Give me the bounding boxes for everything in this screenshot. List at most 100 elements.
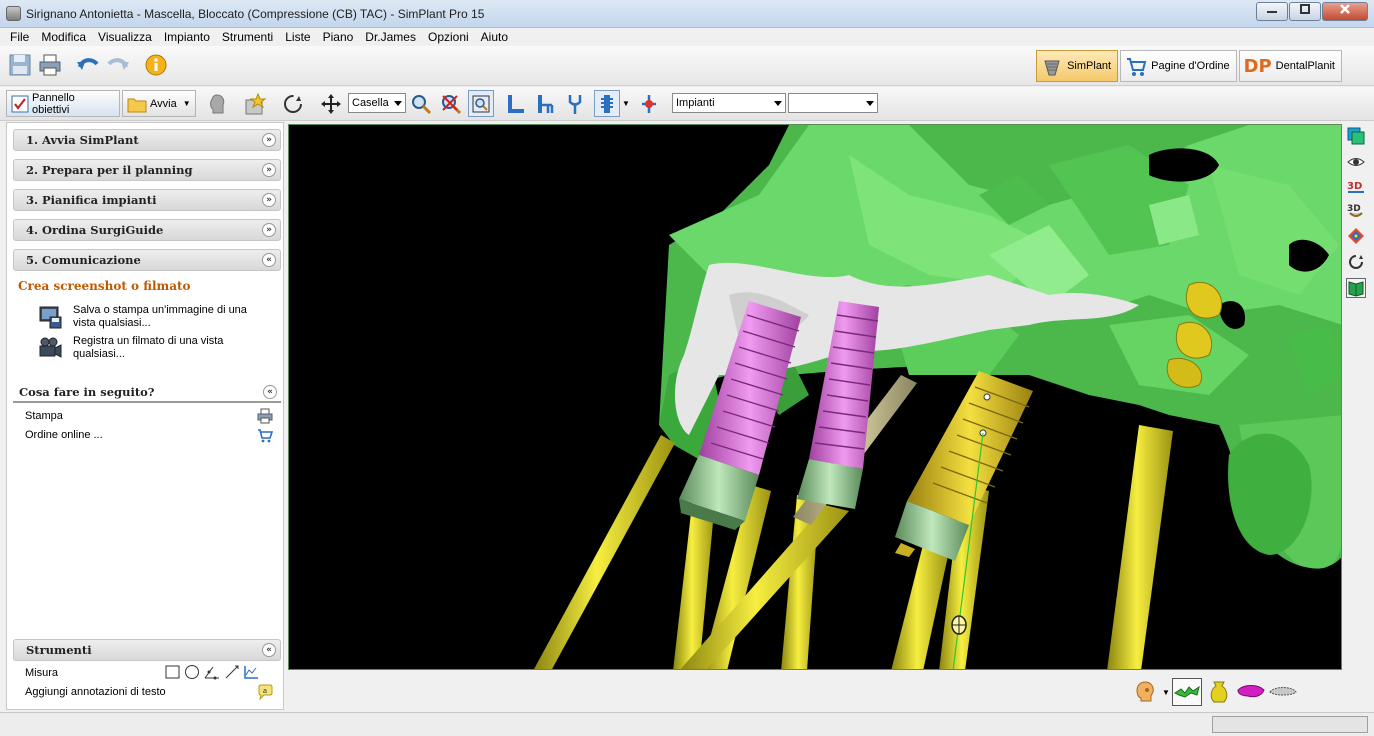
start-button[interactable]: Avvia ▼	[122, 90, 196, 117]
next-steps-header[interactable]: Cosa fare in seguito? «	[13, 381, 281, 403]
text-annotation-label: Aggiungi annotazioni di testo	[25, 686, 166, 698]
implants-dropdown[interactable]: Impianti	[672, 93, 786, 113]
menu-liste[interactable]: Liste	[279, 30, 316, 44]
save-image-action[interactable]: Salva o stampa un'immagine di una vista …	[37, 304, 253, 330]
distance-tool-icon[interactable]	[224, 664, 240, 680]
view-visibility-button[interactable]	[1346, 152, 1366, 172]
3d-viewport[interactable]	[288, 124, 1342, 670]
view-layers-button[interactable]	[1346, 126, 1366, 146]
view-rotate-button[interactable]	[1346, 252, 1366, 272]
head-profile-button[interactable]	[204, 90, 230, 117]
svg-text:3D: 3D	[1347, 181, 1362, 192]
circle-tool-icon[interactable]	[184, 664, 200, 680]
rotate-icon	[284, 94, 302, 113]
app-window: Sirignano Antonietta - Mascella, Bloccat…	[0, 0, 1374, 736]
menu-file[interactable]: File	[4, 30, 35, 44]
rectangle-tool-icon[interactable]	[165, 664, 181, 680]
implant-structure-button[interactable]	[1204, 678, 1234, 706]
bone-structure-button[interactable]	[1172, 678, 1202, 706]
teeth-structure-button[interactable]	[1268, 678, 1298, 706]
chevron-down-icon	[866, 101, 874, 106]
redo-button[interactable]	[104, 51, 132, 79]
menu-opzioni[interactable]: Opzioni	[422, 30, 475, 44]
skull-button[interactable]	[1130, 678, 1160, 706]
menu-dr-james[interactable]: Dr.James	[359, 30, 422, 44]
chevron-down-icon: ▼	[1162, 687, 1170, 697]
tab-order-pages[interactable]: Pagine d'Ordine	[1120, 50, 1237, 82]
tools-header[interactable]: Strumenti «	[13, 639, 281, 661]
section-pianifica-impianti[interactable]: 3. Pianifica impianti »	[13, 189, 281, 211]
tab-dentalplanit[interactable]: DP DentalPlanit	[1238, 50, 1342, 82]
collapse-icon[interactable]: «	[262, 253, 276, 267]
app-icon[interactable]	[6, 6, 21, 21]
skull-dropdown[interactable]: ▼	[1162, 688, 1172, 697]
book-icon	[1348, 281, 1364, 297]
menu-piano[interactable]: Piano	[317, 30, 360, 44]
3d-scene[interactable]	[289, 125, 1342, 670]
info-icon	[145, 54, 167, 76]
angle-tool-icon[interactable]	[203, 664, 221, 680]
section-prepara-planning[interactable]: 2. Prepara per il planning »	[13, 159, 281, 181]
print-button[interactable]	[36, 51, 64, 79]
undo-button[interactable]	[74, 51, 102, 79]
fork-tool-button[interactable]	[562, 90, 588, 117]
save-button[interactable]	[6, 51, 34, 79]
zoom-button[interactable]	[408, 90, 434, 117]
profile-tool-icon[interactable]	[243, 664, 259, 680]
print-icon	[39, 54, 61, 76]
collapse-icon[interactable]: «	[263, 385, 277, 399]
section-ordina-surgiguide[interactable]: 4. Ordina SurgiGuide »	[13, 219, 281, 241]
fork-icon	[568, 94, 582, 114]
zoom-fit-button[interactable]	[468, 90, 494, 117]
menu-strumenti[interactable]: Strumenti	[216, 30, 279, 44]
implant-select-button[interactable]	[594, 90, 620, 117]
expand-icon[interactable]: »	[262, 223, 276, 237]
online-order-item[interactable]: Ordine online ...	[25, 429, 275, 443]
zoom-fit-icon	[472, 95, 490, 112]
restore-button[interactable]	[1289, 2, 1321, 21]
pointer-cursor	[951, 615, 967, 635]
nerve-tool-button[interactable]	[636, 90, 662, 117]
new-scene-button[interactable]	[242, 90, 268, 117]
pan-button[interactable]	[318, 90, 344, 117]
view-3d-alt-button[interactable]: 3D	[1346, 200, 1366, 220]
chevron-down-icon: ▼	[622, 99, 630, 108]
view-3d-button[interactable]: 3D	[1346, 176, 1366, 196]
minimize-button[interactable]	[1256, 2, 1288, 21]
save-image-text[interactable]: Salva o stampa un'immagine di una vista …	[73, 304, 253, 330]
measure-tools	[165, 664, 259, 680]
3d-view-icon: 3D	[1347, 181, 1364, 193]
record-movie-text[interactable]: Registra un filmato di una vista qualsia…	[73, 335, 253, 361]
goals-panel-button[interactable]: Pannello obiettivi	[6, 90, 120, 117]
print-item[interactable]: Stampa	[25, 408, 275, 424]
view-color-button[interactable]	[1346, 226, 1366, 246]
record-movie-action[interactable]: Registra un filmato di una vista qualsia…	[37, 335, 253, 361]
box-select-dropdown[interactable]: Casella	[348, 93, 406, 113]
implant-tool-2-button[interactable]	[532, 90, 558, 117]
implant-dropdown-arrow[interactable]: ▼	[620, 90, 632, 117]
expand-icon[interactable]: »	[262, 193, 276, 207]
expand-icon[interactable]: »	[262, 133, 276, 147]
close-button[interactable]	[1322, 2, 1368, 21]
expand-icon[interactable]: »	[262, 163, 276, 177]
menu-visualizza[interactable]: Visualizza	[92, 30, 158, 44]
text-annotation-item[interactable]: Aggiungi annotazioni di testo a	[25, 684, 275, 700]
rotate-button[interactable]	[280, 90, 306, 117]
info-button[interactable]	[142, 51, 170, 79]
collapse-icon[interactable]: «	[262, 643, 276, 657]
menu-modifica[interactable]: Modifica	[35, 30, 92, 44]
menu-impianto[interactable]: Impianto	[158, 30, 216, 44]
tab-simplant[interactable]: SimPlant	[1036, 50, 1119, 82]
section-comunicazione[interactable]: 5. Comunicazione «	[13, 249, 281, 271]
nerve-structure-button[interactable]	[1236, 678, 1266, 706]
view-book-button[interactable]	[1346, 278, 1366, 298]
restore-icon	[1300, 4, 1310, 14]
implant-tool-1-button[interactable]	[502, 90, 528, 117]
zoom-reset-button[interactable]	[438, 90, 464, 117]
menu-aiuto[interactable]: Aiuto	[475, 30, 514, 44]
implant-icon	[601, 94, 613, 113]
section-avvia-simplant[interactable]: 1. Avvia SimPlant »	[13, 129, 281, 151]
screenshot-subtitle: Crea screenshot o filmato	[18, 279, 191, 293]
secondary-dropdown[interactable]	[788, 93, 878, 113]
chevron-down-icon: ▼	[182, 99, 191, 108]
